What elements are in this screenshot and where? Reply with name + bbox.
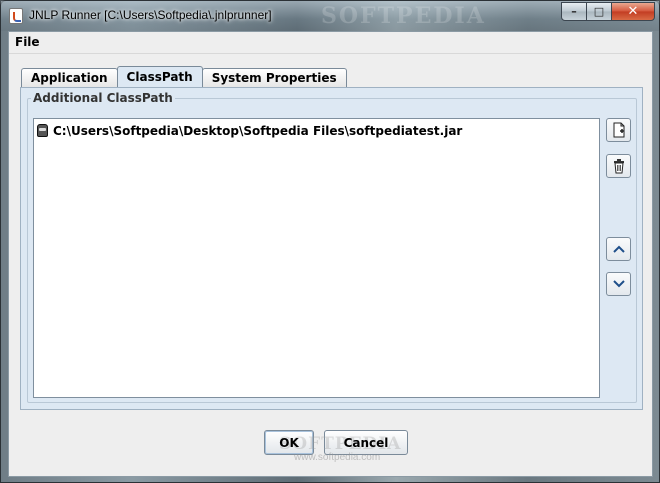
tab-classpath[interactable]: ClassPath [116,66,203,87]
group-title: Additional ClassPath [31,91,175,105]
jar-icon [37,124,48,137]
menu-file[interactable]: File [15,35,40,49]
window-title: JNLP Runner [C:\Users\Softpedia\.jnlprun… [29,8,272,22]
list-item[interactable]: C:\Users\Softpedia\Desktop\Softpedia Fil… [37,122,462,139]
additional-classpath-group: Additional ClassPath C:\Users\Softpedia\… [27,91,637,403]
list-item-label: C:\Users\Softpedia\Desktop\Softpedia Fil… [53,123,463,138]
move-up-button[interactable] [606,237,631,261]
trash-icon [613,159,624,174]
tab-application[interactable]: Application [21,68,118,87]
title-watermark: SOFTPEDIA [321,3,486,29]
maximize-button[interactable]: □ [586,2,612,21]
dialog-buttons: OK Cancel [264,430,408,455]
minimize-icon: – [571,5,577,18]
java-icon [9,8,23,24]
add-file-icon [613,122,624,138]
client-area: File Application ClassPath System Proper… [8,31,653,477]
cancel-button[interactable]: Cancel [324,430,408,455]
ok-button[interactable]: OK [264,430,314,455]
chevron-up-icon [612,245,625,253]
window-controls: – □ ✕ [561,2,655,21]
tab-strip: Application ClassPath System Properties [21,66,347,87]
add-button[interactable] [606,118,631,142]
classpath-panel: Additional ClassPath C:\Users\Softpedia\… [20,87,643,410]
move-down-button[interactable] [606,272,631,296]
ok-label: OK [279,435,299,450]
cancel-label: Cancel [343,435,389,450]
tab-system-properties[interactable]: System Properties [201,68,347,87]
chevron-down-icon [612,280,625,288]
title-bar[interactable]: JNLP Runner [C:\Users\Softpedia\.jnlprun… [1,1,659,31]
app-window: JNLP Runner [C:\Users\Softpedia\.jnlprun… [0,0,660,483]
delete-button[interactable] [606,154,631,178]
maximize-icon: □ [593,5,605,18]
close-icon: ✕ [627,4,639,19]
classpath-list[interactable]: C:\Users\Softpedia\Desktop\Softpedia Fil… [33,118,600,398]
close-button[interactable]: ✕ [611,2,655,21]
minimize-button[interactable]: – [561,2,587,21]
menu-bar: File [9,32,652,54]
